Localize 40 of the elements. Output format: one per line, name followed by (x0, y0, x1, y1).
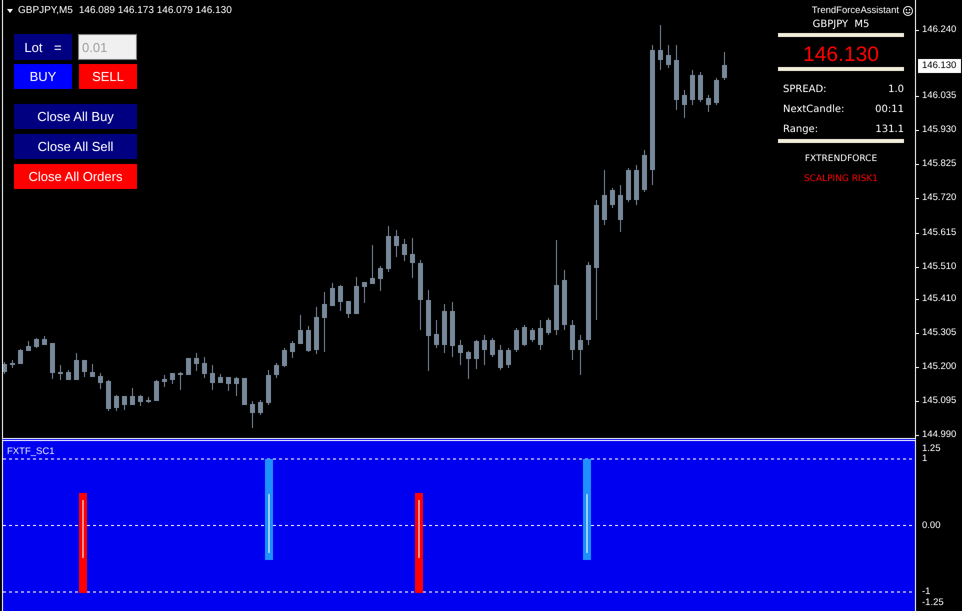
indicator-axis-label: 1 (922, 453, 928, 465)
close-orders-button[interactable]: Close All Sell (14, 134, 137, 159)
indicator-axis-label: 1.25 (922, 442, 940, 454)
stat-label: NextCandle: (783, 104, 844, 114)
stat-value: 1.0 (888, 84, 904, 94)
price-label: 145.095 (922, 394, 956, 407)
indicator-name: FXTF_SC1 (7, 446, 55, 458)
stat-value: 00:11 (875, 104, 904, 114)
caret-icon[interactable] (7, 9, 13, 13)
mode-label: SCALPING RISK1 (804, 173, 878, 186)
price-label: 144.990 (922, 429, 956, 441)
current-price-label: 146.130 (918, 58, 961, 73)
symbol-label: GBPJPY M5 (812, 18, 870, 32)
close-orders-button[interactable]: Close All Buy (14, 104, 137, 129)
sell-button[interactable]: SELL (79, 64, 137, 89)
brand-label: FXTRENDFORCE (804, 153, 878, 166)
indicator-axis-label: -1.25 (922, 597, 944, 609)
stat-label: Range: (783, 124, 818, 134)
price-label: 145.720 (922, 192, 956, 204)
price-label: 146.240 (922, 24, 956, 36)
price-label: 145.200 (922, 360, 956, 373)
stat-value: 131.1 (875, 124, 904, 134)
close-all-orders-button[interactable]: Close All Orders (14, 164, 137, 189)
price-display: 146.130 (803, 43, 879, 67)
price-label: 145.305 (922, 326, 956, 339)
panel-title: TrendForceAssistant (812, 5, 899, 17)
price-label: 145.615 (922, 226, 956, 238)
lot-label: Lot = (14, 34, 72, 60)
price-label: 145.510 (922, 260, 956, 273)
chart-symbol: GBPJPY,M5 (18, 5, 73, 17)
price-label: 145.410 (922, 292, 956, 305)
stat-label: SPREAD: (783, 84, 827, 94)
buy-button[interactable]: BUY (14, 64, 72, 89)
ohlc-prices: 146.089 146.173 146.079 146.130 (78, 5, 232, 17)
indicator-axis-label: 0.00 (922, 520, 940, 532)
price-label: 145.930 (922, 124, 956, 136)
indicator-axis-label: -1 (922, 586, 930, 598)
price-label: 145.825 (922, 158, 956, 170)
smiley-icon (903, 6, 913, 16)
price-label: 146.035 (922, 90, 956, 102)
